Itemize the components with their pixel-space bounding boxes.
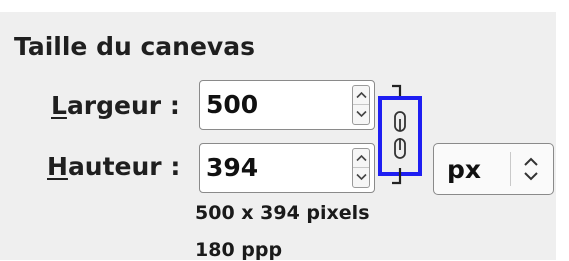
unit-divider	[510, 152, 511, 186]
chain-link-icon	[394, 111, 406, 159]
width-label: Largeur :	[51, 91, 180, 120]
width-increment-button[interactable]	[353, 86, 369, 105]
width-label-text: argeur :	[66, 91, 180, 120]
chevron-down-icon	[356, 110, 367, 118]
chevron-up-down-icon	[524, 157, 538, 181]
chain-link-toggle-button[interactable]	[378, 96, 422, 176]
height-increment-button[interactable]	[353, 149, 369, 168]
height-value[interactable]: 394	[206, 153, 258, 182]
pixel-size-text: 500 x 394 pixels	[195, 202, 370, 224]
height-label-text: auteur :	[67, 152, 181, 181]
height-label-mnemonic: H	[47, 152, 68, 181]
width-value[interactable]: 500	[206, 90, 258, 119]
chevron-up-icon	[356, 154, 367, 162]
chevron-up-icon	[356, 91, 367, 99]
width-decrement-button[interactable]	[353, 105, 369, 124]
chain-bracket-bottom	[392, 168, 402, 185]
resolution-text: 180 ppp	[195, 239, 283, 261]
chevron-down-icon	[356, 173, 367, 181]
height-decrement-button[interactable]	[353, 168, 369, 187]
height-spin-buttons	[352, 148, 370, 188]
width-spinbox[interactable]: 500	[199, 80, 375, 130]
height-spinbox[interactable]: 394	[199, 143, 375, 193]
section-title: Taille du canevas	[14, 32, 255, 61]
unit-selector[interactable]: px	[433, 143, 554, 195]
unit-selected-value: px	[447, 155, 482, 184]
width-spin-buttons	[352, 85, 370, 125]
width-label-mnemonic: L	[51, 91, 67, 120]
height-label: Hauteur :	[47, 152, 180, 181]
canvas-size-panel: Taille du canevas Largeur : 500 Hauteur …	[0, 12, 556, 261]
